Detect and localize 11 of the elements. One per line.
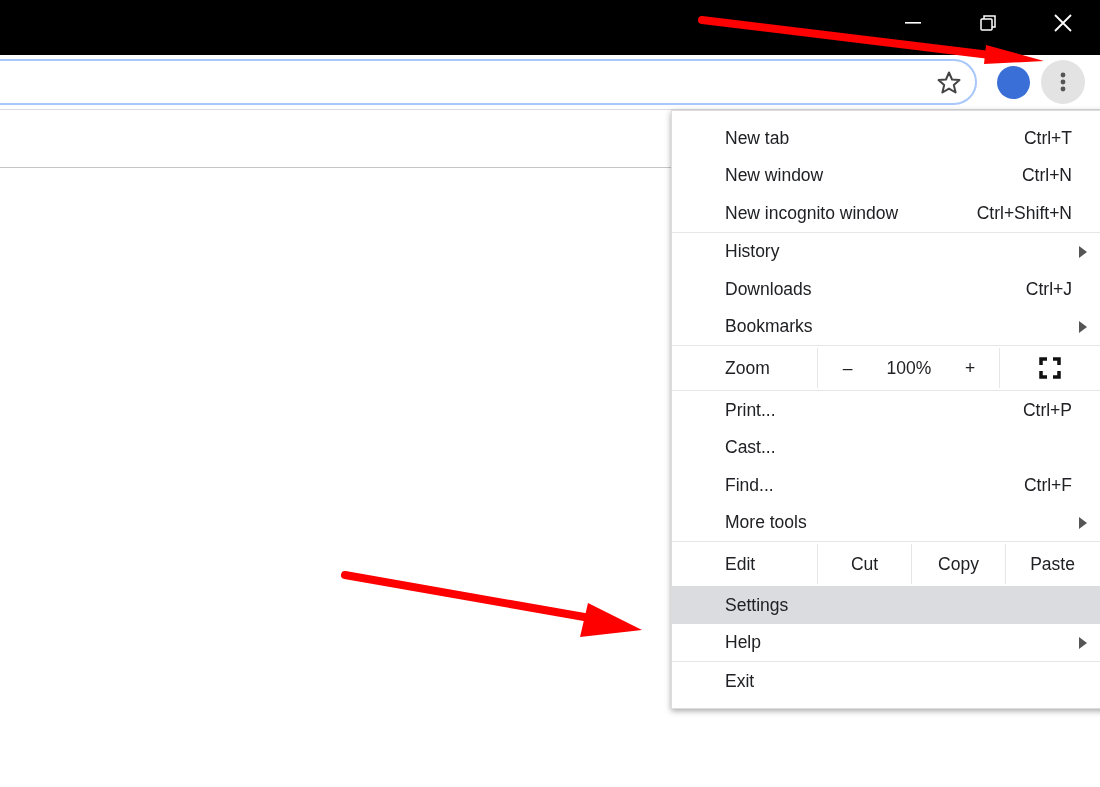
- fullscreen-icon: [1038, 357, 1061, 379]
- close-icon: [1053, 14, 1072, 32]
- menu-label: Zoom: [724, 356, 771, 380]
- profile-avatar[interactable]: [997, 65, 1030, 99]
- minimize-icon: [904, 22, 921, 24]
- star-icon[interactable]: [937, 70, 961, 94]
- menu-item[interactable]: Settings: [672, 586, 1100, 624]
- restore-icon: [979, 15, 996, 31]
- menu-label: Edit: [724, 552, 757, 576]
- menu-button[interactable]: [1041, 60, 1085, 104]
- kebab-icon: [1060, 72, 1066, 92]
